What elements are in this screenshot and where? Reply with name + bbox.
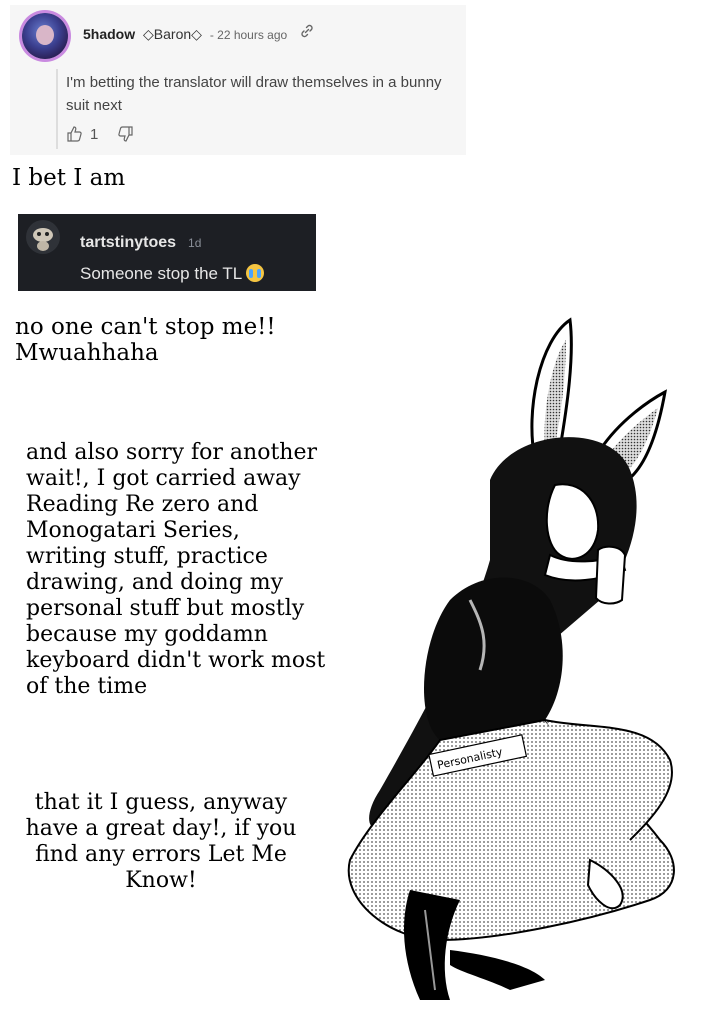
- caption-apology: and also sorry for another wait!, I got …: [26, 440, 326, 699]
- comment-text: Someone stop the TL: [80, 264, 243, 283]
- bunny-girl-illustration: Personalisty: [330, 300, 720, 1020]
- username[interactable]: 5hadow: [83, 26, 135, 42]
- crying-emoji-icon: [246, 264, 265, 282]
- avatar[interactable]: [22, 13, 68, 59]
- thumbs-up-icon[interactable]: [66, 125, 84, 143]
- caption-reply-1: I bet I am: [12, 165, 126, 191]
- timestamp: 1d: [188, 236, 202, 250]
- comment-actions: 1: [66, 125, 134, 143]
- caption-reply-2: no one can't stop me!! Mwuahhaha: [15, 314, 276, 366]
- comment-card-light: 5hadow ◇Baron◇ - 22 hours ago I'm bettin…: [10, 5, 466, 155]
- comment-card-dark: tartstinytoes 1d Someone stop the TL: [18, 214, 316, 291]
- comment-text-row: Someone stop the TL: [80, 264, 265, 284]
- thread-line: [56, 69, 58, 149]
- caption-closing: that it I guess, anyway have a great day…: [25, 790, 297, 893]
- link-icon[interactable]: [299, 23, 315, 42]
- like-count: 1: [90, 125, 99, 143]
- username-row: tartstinytoes 1d: [80, 234, 201, 252]
- username[interactable]: tartstinytoes: [80, 234, 176, 251]
- thumbs-down-icon[interactable]: [116, 125, 134, 143]
- timestamp: - 22 hours ago: [209, 28, 288, 42]
- avatar[interactable]: [26, 220, 60, 254]
- user-badge: ◇Baron◇: [143, 26, 202, 42]
- comment-header: 5hadow ◇Baron◇ - 22 hours ago: [83, 23, 315, 43]
- comment-text: I'm betting the translator will draw the…: [66, 74, 442, 114]
